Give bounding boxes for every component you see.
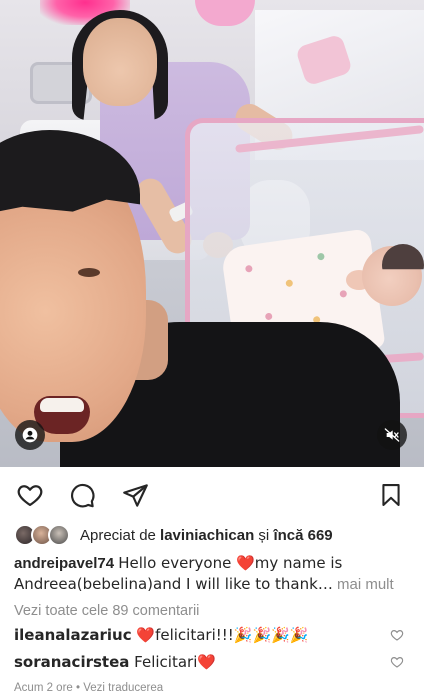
photo-man-teeth (40, 398, 84, 412)
heart-icon (17, 485, 43, 507)
post-footer: Acum 2 ore • Vezi traducerea (14, 682, 163, 694)
liker-avatars (14, 523, 76, 547)
comment-author-link[interactable]: soranacirstea (14, 653, 129, 671)
speaker-muted-icon (384, 428, 400, 442)
see-translation-link[interactable]: Vezi traducerea (83, 682, 163, 694)
photo-blanket-dot (316, 252, 325, 261)
comment-text: Felicitari❤️ (134, 653, 217, 671)
tagged-people-button[interactable] (15, 420, 45, 450)
view-all-comments-link[interactable]: Vezi toate cele 89 comentarii (14, 603, 199, 619)
caption-author-link[interactable]: andreipavel74 (14, 555, 114, 572)
comment-like-heart-icon[interactable] (390, 628, 404, 642)
like-button[interactable] (15, 480, 45, 510)
caption-more-link[interactable]: mai mult (337, 576, 394, 593)
likes-prefix: Apreciat de (80, 526, 161, 544)
likes-user-link[interactable]: laviniachican (160, 527, 254, 544)
comment-item: ileanalazariuc ❤️felicitari!!!🎉🎉🎉🎉 (14, 624, 410, 646)
comment-text: ❤️felicitari!!!🎉🎉🎉🎉 (136, 626, 309, 644)
likes-middle: și (254, 526, 274, 544)
mute-toggle-button[interactable] (377, 420, 407, 450)
post-photo[interactable] (0, 0, 424, 467)
comment-item: soranacirstea Felicitari❤️ (14, 651, 410, 673)
comment-button[interactable] (67, 480, 97, 510)
person-tag-icon (22, 427, 38, 443)
photo-blanket-dot (264, 312, 273, 321)
post-action-bar (0, 478, 424, 512)
avatar (48, 524, 70, 546)
footer-separator: • (72, 682, 84, 694)
comment-icon (70, 483, 95, 507)
send-icon (122, 483, 148, 507)
likes-count-link[interactable]: încă 669 (273, 527, 332, 544)
photo-blanket-dot (339, 289, 348, 298)
likes-text: Apreciat de laviniachican și încă 669 (80, 527, 333, 544)
post-timestamp: Acum 2 ore (14, 682, 73, 694)
share-button[interactable] (120, 480, 150, 510)
comment-author-link[interactable]: ileanalazariuc (14, 626, 132, 644)
post-caption: andreipavel74 Hello everyone ❤️my name i… (14, 553, 410, 595)
photo-woman-face (83, 18, 157, 106)
photo-blanket-dot (285, 279, 294, 288)
comment-like-heart-icon[interactable] (390, 655, 404, 669)
likes-summary[interactable]: Apreciat de laviniachican și încă 669 (14, 522, 333, 548)
save-button[interactable] (376, 480, 406, 510)
photo-man-eye (78, 268, 100, 277)
bookmark-icon (382, 484, 400, 506)
photo-blanket-dot (244, 264, 253, 273)
